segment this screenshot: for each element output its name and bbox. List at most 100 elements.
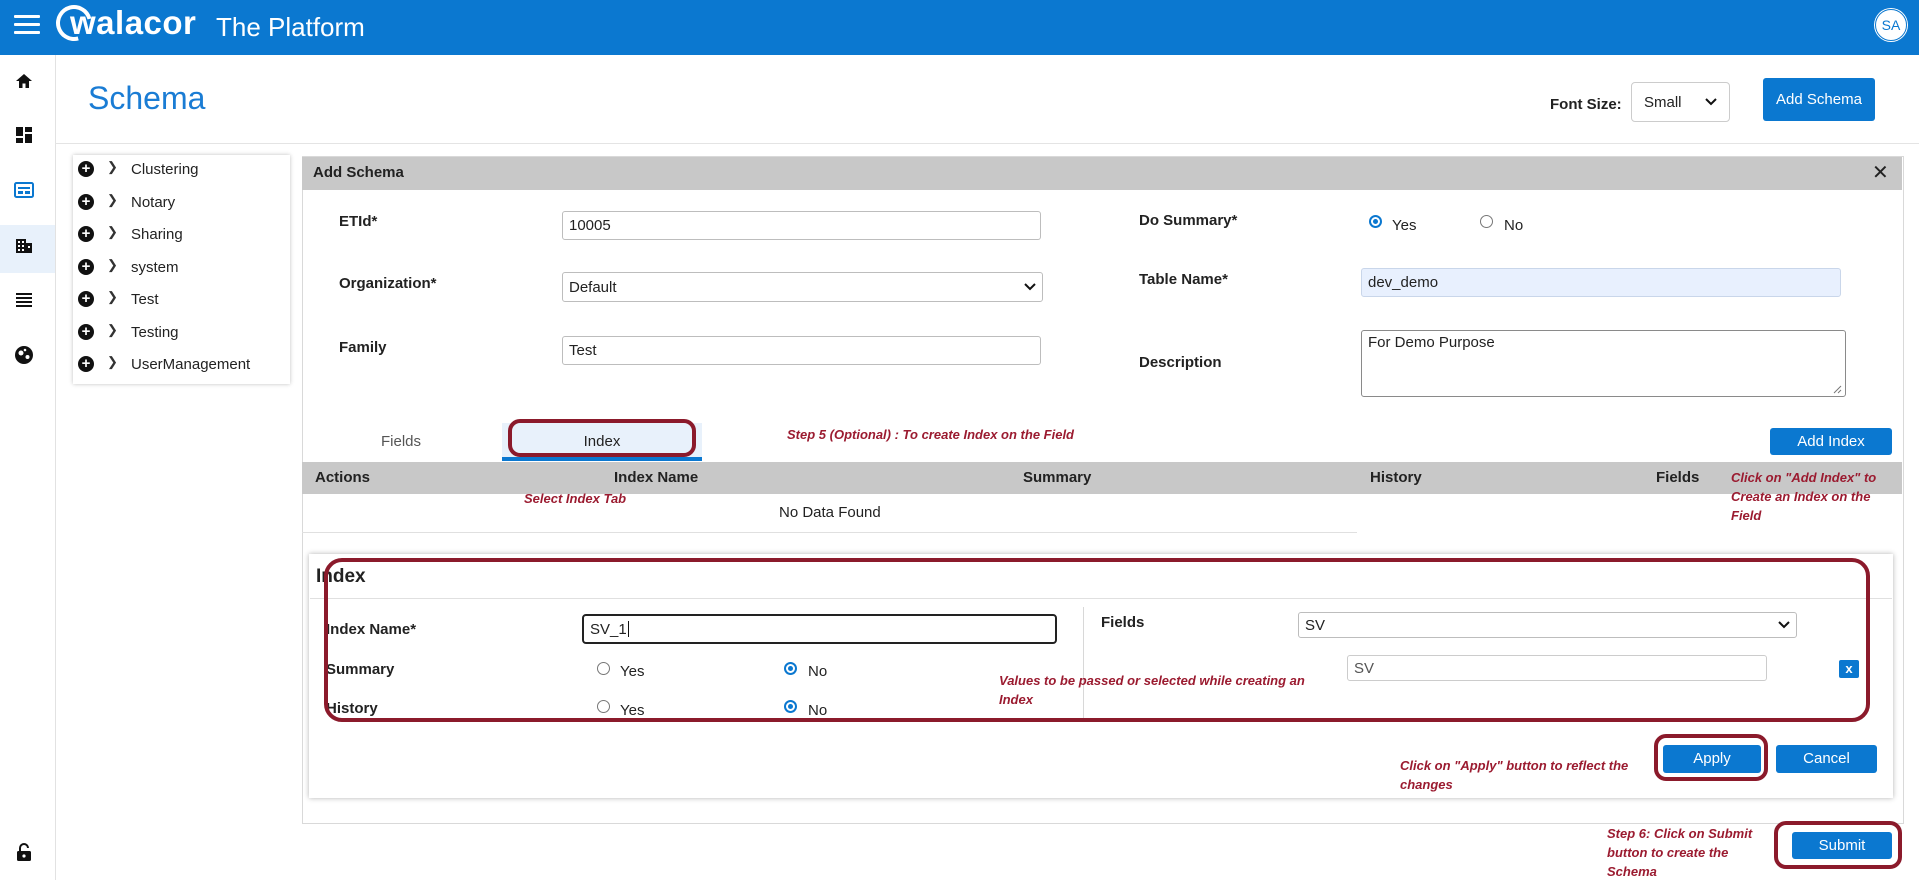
step6-annotation: Step 6: Click on Submit button to create… — [1607, 826, 1753, 879]
index-summary-no-radio[interactable] — [784, 662, 797, 675]
index-fields-select[interactable]: SV — [1298, 612, 1797, 638]
index-name-value: SV_1 — [590, 620, 627, 638]
index-form-divider — [310, 598, 1892, 599]
logo-text: walacor — [70, 4, 197, 41]
chevron-right-icon[interactable]: ❯ — [107, 322, 118, 338]
do-summary-label: Do Summary* — [1139, 212, 1238, 229]
tree-item-label: Sharing — [131, 226, 183, 243]
column-header-history: History — [1370, 469, 1422, 486]
add-circle-icon[interactable]: + — [78, 194, 94, 210]
home-icon[interactable] — [12, 69, 36, 93]
add-circle-icon[interactable]: + — [78, 356, 94, 372]
tab-index[interactable]: Index — [502, 423, 702, 461]
avatar[interactable]: SA — [1875, 9, 1907, 41]
tree-item-notary[interactable]: + ❯ Notary — [73, 191, 290, 217]
add-circle-icon[interactable]: + — [78, 324, 94, 340]
tree-item-usermanagement[interactable]: + ❯ UserManagement — [73, 353, 290, 379]
schema-icon[interactable] — [12, 178, 36, 202]
tree-item-label: system — [131, 259, 179, 276]
hamburger-menu-icon[interactable] — [14, 15, 40, 37]
schema-tree: + ❯ Clustering + ❯ Notary + ❯ Sharing + ❯ system… — [73, 155, 290, 384]
panel-header — [302, 157, 1902, 190]
table-name-field[interactable]: dev_demo — [1361, 268, 1841, 297]
description-label: Description — [1139, 354, 1222, 371]
cancel-button[interactable]: Cancel — [1776, 745, 1877, 773]
chevron-right-icon[interactable]: ❯ — [107, 257, 118, 273]
index-summary-yes-radio[interactable] — [597, 662, 610, 675]
column-header-fields: Fields — [1656, 469, 1700, 486]
resize-handle-icon[interactable] — [1832, 384, 1842, 394]
do-summary-no-radio[interactable] — [1480, 215, 1493, 228]
table-name-label: Table Name* — [1139, 271, 1228, 288]
organization-label: Organization* — [339, 275, 437, 292]
building-icon[interactable] — [12, 233, 36, 257]
family-label: Family — [339, 339, 387, 356]
add-circle-icon[interactable]: + — [78, 226, 94, 242]
add-schema-button[interactable]: Add Schema — [1763, 78, 1875, 121]
font-size-value: Small — [1644, 93, 1682, 111]
tree-item-label: UserManagement — [131, 356, 251, 373]
tree-item-testing[interactable]: + ❯ Testing — [73, 321, 290, 347]
index-history-label: History — [326, 700, 378, 717]
tab-fields[interactable]: Fields — [303, 423, 499, 461]
no-data-text: No Data Found — [779, 504, 881, 521]
description-value: For Demo Purpose — [1368, 334, 1495, 351]
lock-icon[interactable] — [12, 840, 36, 864]
tree-item-label: Clustering — [131, 161, 199, 178]
app-title: The Platform — [216, 12, 365, 42]
chevron-down-icon — [1024, 283, 1036, 291]
chevron-right-icon[interactable]: ❯ — [107, 289, 118, 305]
index-history-yes-radio[interactable] — [597, 700, 610, 713]
chevron-right-icon[interactable]: ❯ — [107, 354, 118, 370]
chevron-right-icon[interactable]: ❯ — [107, 192, 118, 208]
index-fields-value: SV — [1305, 616, 1326, 634]
font-size-select[interactable]: Small — [1631, 82, 1730, 122]
index-name-field[interactable]: SV_1 — [582, 614, 1057, 644]
add-circle-icon[interactable]: + — [78, 161, 94, 177]
etid-value: 10005 — [569, 217, 611, 234]
apply-button[interactable]: Apply — [1663, 745, 1761, 773]
index-history-no-radio[interactable] — [784, 700, 797, 713]
close-icon[interactable]: ✕ — [1872, 160, 1889, 185]
chevron-down-icon — [1778, 621, 1790, 629]
column-header-index-name: Index Name — [614, 469, 699, 486]
tree-item-label: Notary — [131, 194, 176, 211]
tree-item-test[interactable]: + ❯ Test — [73, 288, 290, 314]
etid-label: ETId* — [339, 213, 378, 230]
chevron-right-icon[interactable]: ❯ — [107, 159, 118, 175]
column-header-summary: Summary — [1023, 469, 1092, 486]
etid-field[interactable]: 10005 — [562, 211, 1041, 240]
globe-icon[interactable] — [12, 343, 36, 367]
tree-item-system[interactable]: + ❯ system — [73, 256, 290, 282]
submit-button[interactable]: Submit — [1792, 832, 1892, 859]
table-divider — [302, 532, 1357, 533]
step5-annotation: Step 5 (Optional) : To create Index on t… — [787, 427, 1074, 442]
index-history-yes-label: Yes — [620, 702, 645, 719]
family-value: Test — [569, 342, 597, 359]
tree-item-clustering[interactable]: + ❯ Clustering — [73, 158, 290, 184]
selected-field-value: SV — [1354, 659, 1375, 677]
chevron-down-icon — [1705, 98, 1717, 106]
tree-item-label: Test — [131, 291, 159, 308]
add-circle-icon[interactable]: + — [78, 291, 94, 307]
list-icon[interactable] — [12, 288, 36, 312]
add-circle-icon[interactable]: + — [78, 259, 94, 275]
do-summary-yes-radio[interactable] — [1369, 215, 1382, 228]
remove-field-button[interactable]: x — [1839, 660, 1859, 678]
index-name-label: Index Name* — [326, 621, 417, 638]
chevron-right-icon[interactable]: ❯ — [107, 224, 118, 240]
index-history-no-label: No — [808, 702, 828, 719]
description-textarea[interactable]: For Demo Purpose — [1361, 330, 1846, 397]
values-annotation: Values to be passed or selected while cr… — [999, 673, 1305, 707]
tree-item-sharing[interactable]: + ❯ Sharing — [73, 223, 290, 249]
index-summary-label: Summary — [326, 661, 395, 678]
dashboard-icon[interactable] — [12, 123, 36, 147]
select-tab-annotation: Select Index Tab — [524, 491, 627, 506]
add-index-annotation: Click on "Add Index" to Create an Index … — [1731, 470, 1877, 523]
organization-select[interactable]: Default — [562, 272, 1043, 302]
index-summary-no-label: No — [808, 663, 828, 680]
organization-value: Default — [569, 278, 617, 296]
family-field[interactable]: Test — [562, 336, 1041, 365]
add-index-button[interactable]: Add Index — [1770, 428, 1892, 455]
column-header-actions: Actions — [315, 469, 371, 486]
